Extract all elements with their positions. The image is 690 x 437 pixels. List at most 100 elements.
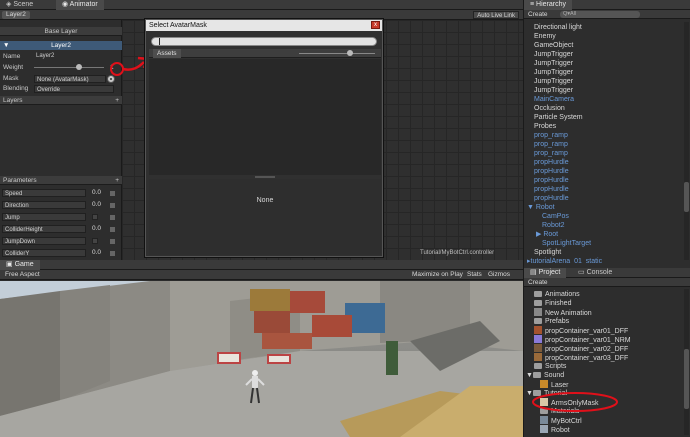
hierarchy-item[interactable]: prop_ramp: [534, 140, 568, 149]
project-folder[interactable]: Animations: [534, 290, 580, 299]
create-dropdown[interactable]: Create: [528, 10, 548, 19]
hierarchy-item[interactable]: propHurdle: [534, 176, 569, 185]
hierarchy-item[interactable]: propHurdle: [534, 167, 569, 176]
parameter-name[interactable]: Direction: [2, 201, 86, 209]
hierarchy-item[interactable]: prop_ramp: [534, 149, 568, 158]
hierarchy-item[interactable]: JumpTrigger: [534, 86, 573, 95]
hierarchy-item[interactable]: Particle System: [534, 113, 583, 122]
mask-object-field[interactable]: None (AvatarMask): [34, 75, 106, 83]
remove-parameter-icon[interactable]: [110, 227, 115, 232]
splitter-handle[interactable]: [255, 176, 275, 178]
parameter-row[interactable]: ColliderY 0.0: [2, 249, 118, 258]
parameter-name[interactable]: ColliderY: [2, 249, 86, 257]
parameter-row[interactable]: Jump: [2, 213, 118, 222]
project-asset[interactable]: New Animation: [534, 308, 592, 317]
remove-parameter-icon[interactable]: [110, 215, 115, 220]
create-dropdown[interactable]: Create: [528, 278, 548, 287]
hierarchy-item[interactable]: MainCamera: [534, 95, 574, 104]
tab-assets[interactable]: Assets: [153, 49, 181, 58]
game-viewport[interactable]: [0, 281, 523, 437]
tab-animator[interactable]: ◉ Animator: [56, 0, 104, 10]
project-asset[interactable]: propContainer_var01_NRM: [534, 335, 631, 344]
parameter-row[interactable]: Speed 0.0: [2, 189, 118, 198]
project-folder[interactable]: Scripts: [534, 362, 566, 371]
parameter-row[interactable]: Direction 0.0: [2, 201, 118, 210]
hierarchy-item-robot[interactable]: ▼ Robot: [527, 203, 555, 212]
project-asset[interactable]: propContainer_var01_DFF: [534, 326, 628, 335]
tab-scene[interactable]: ◈ Scene: [0, 0, 39, 10]
preview-size-slider[interactable]: [299, 53, 375, 54]
hierarchy-item[interactable]: CamPos: [542, 212, 569, 221]
hierarchy-item[interactable]: JumpTrigger: [534, 59, 573, 68]
search-input[interactable]: [151, 37, 377, 46]
hierarchy-item[interactable]: Spotlight: [534, 248, 561, 257]
aspect-dropdown[interactable]: Free Aspect: [5, 270, 40, 280]
project-asset[interactable]: propContainer_var03_DFF: [534, 353, 628, 362]
parameter-name[interactable]: ColliderHeight: [2, 225, 86, 233]
project-folder-sound[interactable]: ▼ Sound: [526, 371, 564, 380]
add-parameter-plus-icon[interactable]: +: [115, 176, 119, 185]
asset-list[interactable]: [149, 59, 381, 175]
project-asset[interactable]: MyBotCtrl: [540, 416, 582, 425]
remove-parameter-icon[interactable]: [110, 251, 115, 256]
remove-parameter-icon[interactable]: [110, 191, 115, 196]
parameter-name[interactable]: Jump: [2, 213, 86, 221]
weight-slider-track[interactable]: [34, 67, 104, 68]
tab-game[interactable]: ▣ Game: [0, 260, 40, 270]
hierarchy-item[interactable]: Directional light: [534, 23, 582, 32]
parameter-row[interactable]: ColliderHeight 0.0: [2, 225, 118, 234]
auto-live-link-button[interactable]: Auto Live Link: [473, 11, 519, 19]
project-asset[interactable]: Robot: [540, 425, 570, 434]
stats-toggle[interactable]: Stats: [467, 270, 482, 280]
hierarchy-item[interactable]: propHurdle: [534, 194, 569, 203]
parameter-name[interactable]: JumpDown: [2, 237, 86, 245]
scrollbar-thumb[interactable]: [684, 349, 689, 409]
hierarchy-search[interactable]: Q▾All: [560, 11, 640, 18]
blending-dropdown[interactable]: Override: [34, 85, 114, 93]
weight-slider-handle[interactable]: [76, 64, 82, 70]
hierarchy-item[interactable]: JumpTrigger: [534, 50, 573, 59]
tab-console[interactable]: ▭ Console: [572, 268, 618, 278]
hierarchy-item[interactable]: prop_ramp: [534, 131, 568, 140]
tab-project[interactable]: ▤ Project: [524, 268, 567, 278]
project-folder[interactable]: Finished: [534, 299, 571, 308]
hierarchy-item[interactable]: Enemy: [534, 32, 556, 41]
layer2-header[interactable]: ▼ Layer2: [0, 41, 122, 50]
tab-hierarchy[interactable]: ≡ Hierarchy: [524, 0, 572, 10]
parameter-value[interactable]: 0.0: [92, 189, 101, 197]
hierarchy-item[interactable]: Robot2: [542, 221, 565, 230]
hierarchy-item[interactable]: Probes: [534, 122, 556, 131]
parameter-value[interactable]: 0.0: [92, 249, 101, 257]
parameter-value[interactable]: 0.0: [92, 201, 101, 209]
hierarchy-item[interactable]: JumpTrigger: [534, 68, 573, 77]
hierarchy-item[interactable]: SpotLightTarget: [542, 239, 591, 248]
base-layer-item[interactable]: Base Layer: [0, 27, 122, 36]
parameter-bool-checkbox[interactable]: [92, 238, 98, 244]
parameter-bool-checkbox[interactable]: [92, 214, 98, 220]
project-asset[interactable]: propContainer_var02_DFF: [534, 344, 628, 353]
project-asset[interactable]: Laser: [540, 380, 569, 389]
hierarchy-item[interactable]: propHurdle: [534, 158, 569, 167]
scrollbar-thumb[interactable]: [684, 182, 689, 212]
gizmos-dropdown[interactable]: Gizmos: [488, 270, 510, 280]
hierarchy-item[interactable]: JumpTrigger: [534, 77, 573, 86]
remove-parameter-icon[interactable]: [110, 203, 115, 208]
audio-icon: [540, 380, 548, 388]
parameter-row[interactable]: JumpDown: [2, 237, 118, 246]
layer-name-field[interactable]: Layer2: [34, 52, 114, 60]
hierarchy-item[interactable]: propHurdle: [534, 185, 569, 194]
parameter-name[interactable]: Speed: [2, 189, 86, 197]
add-layer-plus-icon[interactable]: +: [115, 96, 119, 105]
project-folder[interactable]: Prefabs: [534, 317, 569, 326]
remove-parameter-icon[interactable]: [110, 239, 115, 244]
hierarchy-scrollbar[interactable]: [684, 22, 689, 260]
preview-size-handle[interactable]: [347, 50, 353, 56]
hierarchy-item[interactable]: GameObject: [534, 41, 573, 50]
close-icon[interactable]: x: [371, 21, 380, 29]
maximize-on-play-toggle[interactable]: Maximize on Play: [412, 270, 463, 280]
breadcrumb[interactable]: Layer2: [2, 11, 30, 19]
parameter-value[interactable]: 0.0: [92, 225, 101, 233]
project-scrollbar[interactable]: [684, 289, 689, 435]
hierarchy-item[interactable]: Occlusion: [534, 104, 565, 113]
hierarchy-item-root[interactable]: ▶ Root: [536, 230, 558, 239]
